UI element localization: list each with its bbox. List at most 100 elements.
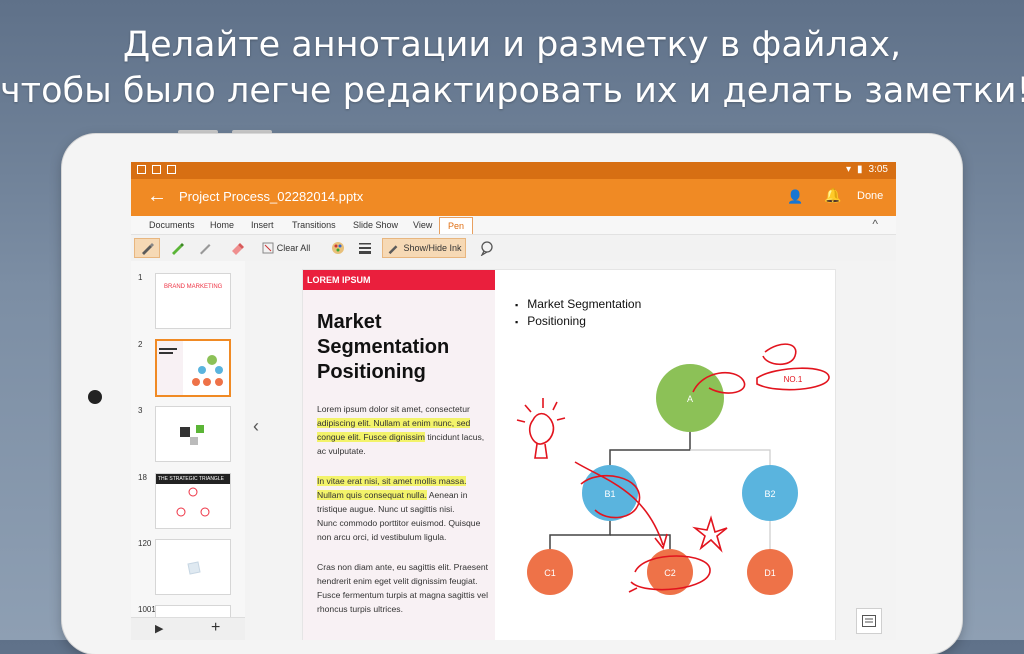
status-time: 3:05 (868, 164, 888, 175)
tab-pen[interactable]: Pen (439, 217, 474, 234)
pencil-icon (200, 244, 211, 255)
ink-bulb (528, 412, 555, 445)
text-line: Aenean in (426, 490, 468, 500)
headline-line-2: чтобы было легче редактировать их и дела… (0, 71, 1024, 111)
thumb-number: 3 (138, 406, 143, 415)
eraser-tool[interactable] (225, 238, 249, 258)
ink-bulb-base (534, 443, 548, 459)
thumb-diagram (157, 341, 223, 395)
tab-home[interactable]: Home (210, 220, 234, 230)
thumb-number: 120 (138, 539, 152, 548)
color-tool[interactable] (326, 238, 350, 258)
image-icon (152, 165, 161, 174)
slide-thumbnail-selected[interactable] (155, 339, 231, 397)
node-b2-label: B2 (764, 489, 775, 499)
comment-tool[interactable] (475, 238, 499, 258)
previous-slide-icon[interactable]: ‹ (253, 416, 259, 437)
paragraph-3: Cras non diam ante, eu sagittis elit. Pr… (317, 560, 492, 616)
status-bar: ▾ ▮ 3:05 (131, 162, 896, 179)
show-hide-ink-button[interactable]: Show/Hide Ink (382, 238, 466, 258)
tab-transitions[interactable]: Transitions (292, 220, 336, 230)
app-bar: ← Project Process_02282014.pptx 👤 🔔 Done (131, 179, 896, 216)
thumb-sketch (187, 561, 201, 575)
gallery-icon (137, 165, 146, 174)
text-line: rhoncus turpis ultrices. (317, 604, 403, 614)
headline-line-1: Делайте аннотации и разметку в файлах, (122, 25, 902, 65)
highlighter-icon (172, 243, 184, 255)
ink-star (692, 515, 728, 553)
ribbon-tabs: Documents Home Insert Transitions Slide … (131, 216, 896, 235)
thumb-triangle (176, 487, 210, 517)
back-arrow-icon[interactable]: ← (147, 185, 167, 208)
text-line: Fusce fermentum turpis at magna sagittis… (317, 590, 488, 600)
highlighter-tool[interactable] (165, 238, 189, 258)
thumb-title: THE STRATEGIC TRIANGLE (156, 474, 230, 484)
promo-headline: Делайте аннотации и разметку в файлах, ч… (0, 22, 1024, 114)
text-line: tincidunt lacus, (424, 432, 485, 442)
eraser-icon (232, 243, 244, 255)
tab-documents[interactable]: Documents (149, 220, 195, 230)
tab-view[interactable]: View (413, 220, 432, 230)
slide-thumbnail[interactable] (155, 406, 231, 462)
pencil-tool[interactable] (193, 238, 217, 258)
wifi-icon: ▾ (845, 164, 852, 175)
add-slide-icon[interactable]: + (211, 619, 220, 637)
pen-toolbar: Clear All Show/Hide Ink (131, 235, 896, 262)
color-palette-icon (332, 242, 344, 254)
text-line: Nunc commodo porttitor euismod. Quisque (317, 518, 481, 528)
slide-tag: LOREM IPSUM (303, 270, 495, 290)
ink-bulb-rays (516, 398, 566, 423)
slide-canvas: ‹ LOREM IPSUM Market Segmentation Positi… (245, 261, 896, 640)
done-button[interactable]: Done (857, 190, 883, 202)
thumb-number: 1 (138, 273, 143, 282)
tab-slide-show[interactable]: Slide Show (353, 220, 398, 230)
current-slide[interactable]: LOREM IPSUM Market Segmentation Position… (303, 270, 835, 640)
node-c2-label: C2 (664, 568, 676, 578)
slide-thumbnail[interactable]: BRAND MARKETING (155, 273, 231, 329)
document-title: Project Process_02282014.pptx (179, 189, 364, 204)
thumbnail-footer: ▶ + (131, 617, 245, 640)
clear-all-icon (262, 242, 274, 254)
collapse-ribbon-icon[interactable]: ^ (872, 217, 878, 231)
play-icon[interactable]: ▶ (155, 622, 163, 635)
show-hide-ink-label: Show/Hide Ink (403, 243, 462, 253)
bell-icon[interactable]: 🔔 (824, 187, 841, 204)
notes-icon (862, 615, 876, 627)
show-hide-ink-icon (389, 245, 398, 255)
share-user-icon[interactable]: 👤 (787, 189, 803, 205)
text-line: tristique augue. Nunc ut sagittis nisi. (317, 504, 455, 514)
pen-tool[interactable] (134, 238, 160, 258)
text-line: Lorem ipsum dolor sit amet, consectetur (317, 404, 470, 414)
text-line: hendrerit enim eget velit dignissim feug… (317, 576, 478, 586)
slide-text-panel: LOREM IPSUM Market Segmentation Position… (303, 270, 495, 640)
ink-note-label: NO.1 (784, 375, 803, 384)
slide-thumbnail[interactable] (155, 539, 231, 595)
line-thickness-icon (359, 243, 371, 254)
node-a-label: A (687, 394, 693, 404)
paragraph-1: Lorem ipsum dolor sit amet, consectetur … (317, 402, 492, 458)
thumb-squares (180, 425, 204, 445)
thumb-number: 18 (138, 473, 147, 482)
camera-icon (88, 390, 102, 404)
highlighted-text: In vitae erat nisi, sit amet mollis mass… (317, 476, 467, 486)
comment-icon (480, 241, 493, 256)
text-line: ac vulputate. (317, 446, 366, 456)
slide-thumbnail-panel: 1 BRAND MARKETING 2 3 18 THE STRATEGIC T… (131, 261, 246, 640)
paragraph-2: In vitae erat nisi, sit amet mollis mass… (317, 474, 492, 544)
tab-insert[interactable]: Insert (251, 220, 274, 230)
clear-all-label: Clear All (276, 243, 311, 253)
clear-all-button[interactable]: Clear All (255, 238, 317, 258)
notes-button[interactable] (856, 608, 882, 634)
thickness-tool[interactable] (353, 238, 377, 258)
text-line: non arcu orci, id vestibulum ligula. (317, 532, 447, 542)
phone-icon (167, 165, 176, 174)
ink-bubble (762, 343, 797, 366)
highlighted-text: Nullam quis consequat nulla. (317, 490, 427, 500)
slide-heading: Market Segmentation Positioning (317, 310, 449, 385)
node-c1-label: C1 (544, 568, 556, 578)
text-line: Cras non diam ante, eu sagittis elit. Pr… (317, 562, 489, 572)
thumb-number: 2 (138, 340, 143, 349)
thumb-number: 1001 (138, 605, 156, 614)
node-b1-label: B1 (604, 489, 615, 499)
slide-thumbnail[interactable]: THE STRATEGIC TRIANGLE (155, 473, 231, 529)
